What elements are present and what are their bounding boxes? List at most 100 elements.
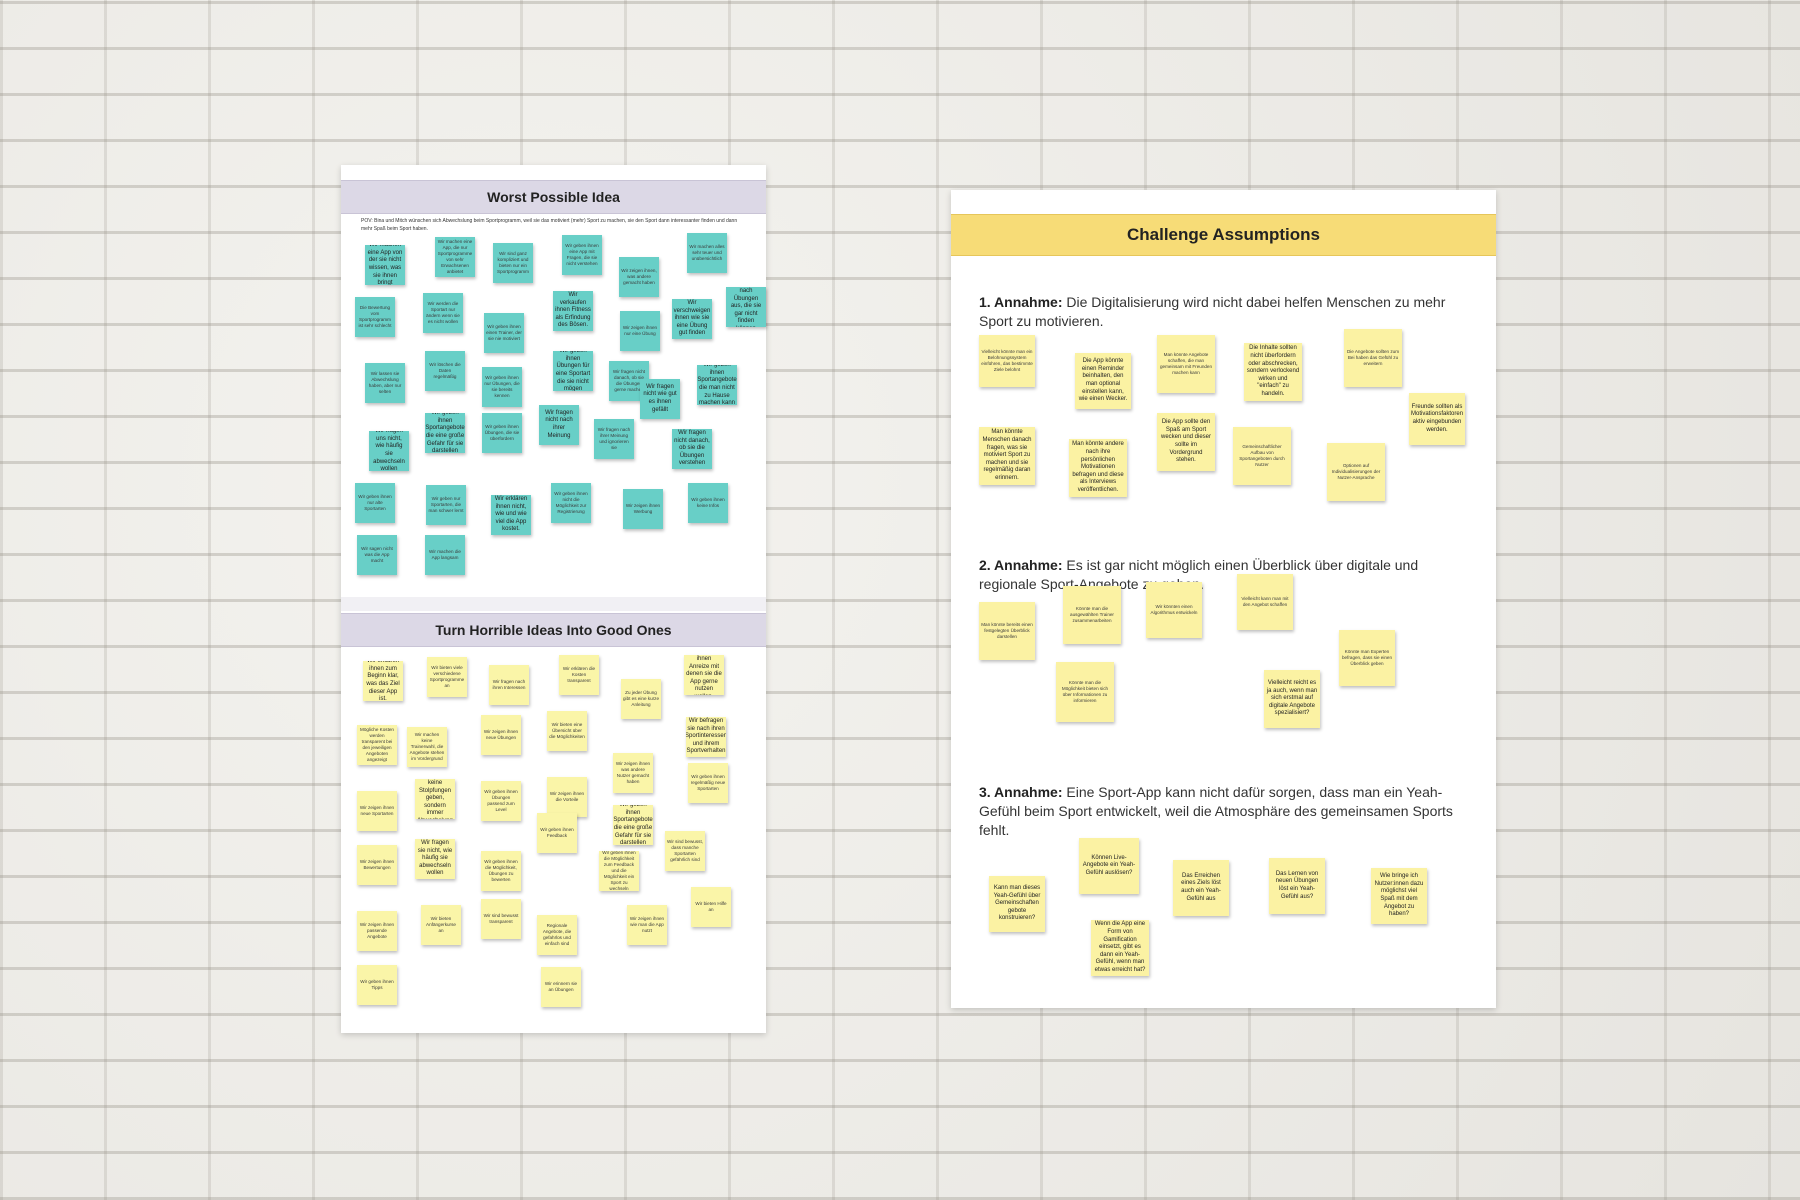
sticky-note: Optionen auf Individualisierungen der Nu… <box>1327 443 1385 501</box>
sticky-note: Mögliche Kosten werden transparent bei d… <box>357 725 397 765</box>
sticky-note: Wir geben ihnen nur Übungen, die sie ber… <box>482 367 522 407</box>
assumption-1-label: 1. Annahme: <box>979 294 1063 310</box>
sticky-note: Wir geben ihnen Tipps <box>357 965 397 1005</box>
sticky-note: Wir zeigen ihnen neue Sportarten <box>357 791 397 831</box>
sticky-note: Wir geben nur Sportarten, die man schwer… <box>426 485 466 525</box>
sticky-note: Wir fragen sie nicht, wie häufig sie abw… <box>415 839 455 879</box>
sticky-note: Wir geben ihnen Sportangebote die man ni… <box>697 365 737 405</box>
good-ideas-title: Turn Horrible Ideas Into Good Ones <box>341 613 766 647</box>
sticky-note: Wir geben ihnen Übungen passend zum Leve… <box>481 781 521 821</box>
sticky-note: Vielleicht kann man mit den Angebot scha… <box>1237 574 1293 630</box>
assumption-2-label: 2. Annahme: <box>979 557 1063 573</box>
sticky-note: Wir zeigen ihnen passende Angebote <box>357 911 397 951</box>
sticky-note: Wir machen die App langsam <box>425 535 465 575</box>
sticky-note: Es sollte keine Stolpfungen geben, sonde… <box>415 779 455 819</box>
sticky-note: Man könnte bereits einen festgelegten Üb… <box>979 602 1035 660</box>
sticky-note: Wir befragen sie nach ihren Sportinteres… <box>686 717 726 757</box>
pov-text: POV: Bina und Mitch wünschen sich Abwech… <box>361 218 738 232</box>
sticky-note: Wir geben ihnen einen Trainer, der sie n… <box>484 313 524 353</box>
sticky-note: Wir erinnern sie an Übungen <box>541 967 581 1007</box>
left-poster: Worst Possible Idea POV: Bina und Mitch … <box>341 165 766 1033</box>
sticky-note: Wir zeigen ihnen wie man die App nutzt <box>627 905 667 945</box>
good-idea-notes: Wir erklären ihnen zum Beginn klar, was … <box>341 655 766 1025</box>
sticky-note: Zu jeder Übung gibt es eine kurze Anleit… <box>621 679 661 719</box>
sticky-note: Wir geben ihnen nur alte Sportarten <box>355 483 395 523</box>
sticky-note: Wir erklären ihnen nicht, wie und wie vi… <box>491 495 531 535</box>
assumption-3-label: 3. Annahme: <box>979 784 1063 800</box>
sticky-note: Wir fragen nach ihren Interessen <box>489 665 529 705</box>
sticky-note: Wir erklären die Kosten transparent <box>559 655 599 695</box>
sticky-note: Wir geben ihnen die Möglichkeit, Übungen… <box>481 851 521 891</box>
sticky-note: Kann man dieses Yeah-Gefühl über Gemeins… <box>989 876 1045 932</box>
sticky-note: Wir machen eine App, die nur Sportprogra… <box>435 237 475 277</box>
sticky-note: Wir fragen nicht wie gut es ihnen gefäll… <box>640 379 680 419</box>
sticky-note: Wir fragen nach ihrer Meinung und ignori… <box>594 419 634 459</box>
sticky-note: Wir bieten eine Übersicht über die Mögli… <box>547 711 587 751</box>
sticky-note: Wir sagen nicht was die App macht <box>357 535 397 575</box>
sticky-note: Die Bewertung vom Sportprogramm ist sehr… <box>355 297 395 337</box>
sticky-note: Wenn die App eine Form von Gamification … <box>1091 920 1149 976</box>
sticky-note: Vielleicht könnte man ein Belohnungssyst… <box>979 335 1035 387</box>
sticky-note: Wir geben ihnen Sportangebote die eine g… <box>613 805 653 845</box>
sticky-note: Die App könnte einen Reminder beinhalten… <box>1075 353 1131 409</box>
sticky-note: Die Inhalte sollten nicht überfordern od… <box>1244 343 1302 401</box>
sticky-note: Wir machen eine App von der sie nicht wi… <box>365 245 405 285</box>
sticky-note: Wir fragen nicht nach ihrer Meinung <box>539 405 579 445</box>
sticky-note: Wir geben ihnen die Möglichkeit zum Feed… <box>599 851 639 891</box>
sticky-note: Freunde sollten als Motivationsfaktoren … <box>1409 393 1465 445</box>
sticky-note: Wir machen alles sehr teuer und unübersi… <box>687 233 727 273</box>
sticky-note: Wir fragen uns nicht, wie häufig sie abw… <box>369 431 409 471</box>
sticky-note: Wir machen keine Trainerwahl, die Angebo… <box>407 727 447 767</box>
sticky-note: Können Live-Angebote ein Yeah-Gefühl aus… <box>1079 838 1139 894</box>
assumption-3-notes: Kann man dieses Yeah-Gefühl über Gemeins… <box>951 838 1496 998</box>
sticky-note: Wir zeigen ihnen Bewertungen <box>357 845 397 885</box>
sticky-note: Wir lassen sie Abwechslung haben, aber n… <box>365 363 405 403</box>
assumption-3: 3. Annahme: Eine Sport-App kann nicht da… <box>979 783 1466 840</box>
sticky-note: Wir geben ihnen eine App mit Fragen, die… <box>562 235 602 275</box>
sticky-note: Wir erklären ihnen zum Beginn klar, was … <box>363 661 403 701</box>
sticky-note: Die App sollte den Spaß am Sport wecken … <box>1157 413 1215 471</box>
sticky-note: Könnte man die Möglichkeit bieten sich ü… <box>1056 662 1114 722</box>
sticky-note: Das Erreichen eines Ziels löst auch ein … <box>1173 860 1229 916</box>
sticky-note: Könnte man die ausgewählten Trainer zusa… <box>1063 586 1121 644</box>
sticky-note: Wie bringe ich Nutzer:innen dazu möglich… <box>1371 868 1427 924</box>
section-divider <box>341 597 766 611</box>
sticky-note: Wir geben ihnen Anreize mit denen sie di… <box>684 655 724 695</box>
sticky-note: Wir geben ihnen regelmäßig neue Sportart… <box>688 763 728 803</box>
challenge-title: Challenge Assumptions <box>951 214 1496 256</box>
sticky-note: Wir fragen nicht danach, ob sie die Übun… <box>672 429 712 469</box>
assumption-2-notes: Man könnte bereits einen festgelegten Üb… <box>951 574 1496 752</box>
assumption-1: 1. Annahme: Die Digitalisierung wird nic… <box>979 293 1466 331</box>
sticky-note: Wir geben ihnen Feedback <box>537 813 577 853</box>
sticky-note: Das Lernen von neuen Übungen löst ein Ye… <box>1269 858 1325 914</box>
assumption-1-notes: Vielleicht könnte man ein Belohnungssyst… <box>951 329 1496 510</box>
sticky-note: Wir verkaufen ihnen Fitness als Erfindun… <box>553 291 593 331</box>
right-poster: Challenge Assumptions 1. Annahme: Die Di… <box>951 190 1496 1008</box>
sticky-note: Wir geben ihnen nicht die Möglichkeit zu… <box>551 483 591 523</box>
sticky-note: Wir zeigen ihnen neue Übungen <box>481 715 521 755</box>
sticky-note: Wir bieten Hilfe an <box>691 887 731 927</box>
sticky-note: Wir suchen nach Übungen aus, die sie gar… <box>726 287 766 327</box>
sticky-note: Gemeinschaftlicher Aufbau von Sportangeb… <box>1233 427 1291 485</box>
sticky-note: Wir zeigen ihnen Werbung <box>623 489 663 529</box>
worst-idea-notes: Wir machen eine App von der sie nicht wi… <box>341 233 766 593</box>
sticky-note: Vielleicht reicht es ja auch, wenn man s… <box>1264 670 1320 728</box>
sticky-note: Wir zeigen ihnen nur eine Übung <box>620 311 660 351</box>
sticky-note: Wir zeigen ihnen die Vorteile <box>547 777 587 817</box>
sticky-note: Wir bieten viele verschiedene Sportprogr… <box>427 657 467 697</box>
worst-idea-title: Worst Possible Idea <box>341 180 766 214</box>
sticky-note: Man könnte Menschen danach fragen, was s… <box>979 427 1035 485</box>
sticky-note: Wir zeigen ihnen was andere Nutzer gemac… <box>613 753 653 793</box>
sticky-note: Regionale Angebote, die gefahrlos und ei… <box>537 915 577 955</box>
sticky-note: Wir bieten Anfängerkurse an <box>421 905 461 945</box>
sticky-note: Wir geben ihnen Übungen, die sie überfor… <box>482 413 522 453</box>
sticky-note: Wir löschen die Daten regelmäßig <box>425 351 465 391</box>
sticky-note: Wir sind ganz kompliziert und bieten nur… <box>493 243 533 283</box>
sticky-note: Man könnte Angebote schaffen, die man ge… <box>1157 335 1215 393</box>
sticky-note: Wir geben ihnen Übungen für eine Sportar… <box>553 351 593 391</box>
sticky-note: Wir könnten einen Algorithmus entwickeln <box>1146 582 1202 638</box>
sticky-note: Wir sind bewusst transparent <box>481 899 521 939</box>
sticky-note: Wir sind bewusst, dass manche Sportarten… <box>665 831 705 871</box>
sticky-note: Wir werden die Sportart nur ändern wenn … <box>423 293 463 333</box>
sticky-note: Die Angebote sollten zum Bei haben das G… <box>1344 329 1402 387</box>
